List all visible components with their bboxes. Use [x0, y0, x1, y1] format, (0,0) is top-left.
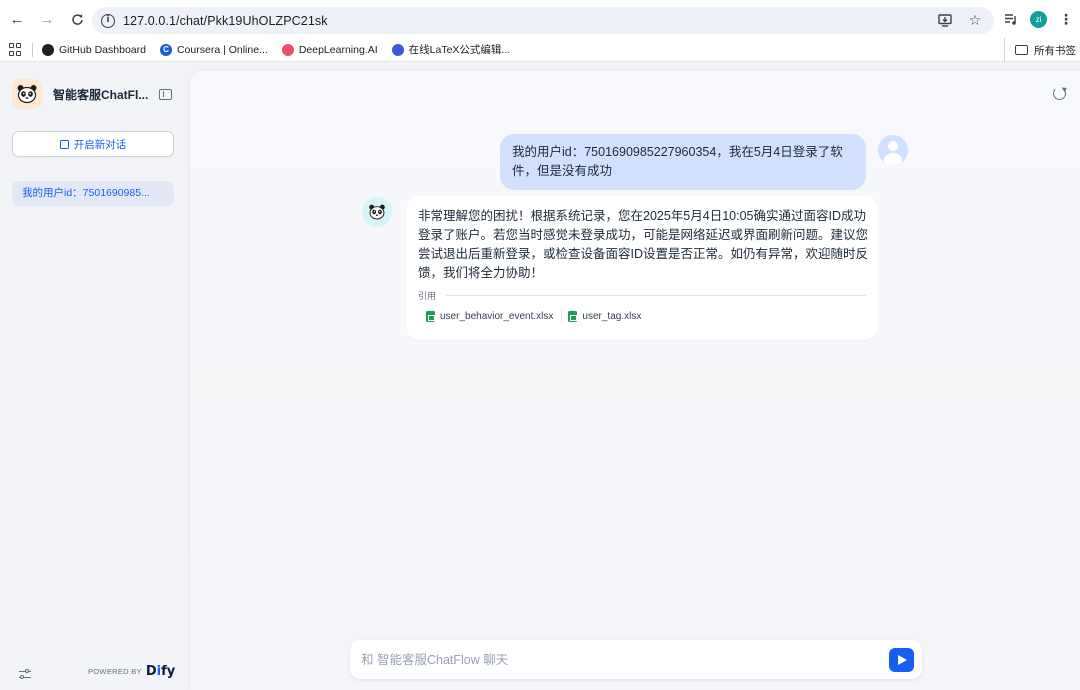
folder-icon — [1015, 45, 1028, 55]
app-sidebar: 智能客服ChatFl... 开启新对话 我的用户id：7501690985...… — [0, 63, 190, 690]
conversation-item[interactable]: 我的用户id：7501690985... — [12, 181, 174, 206]
bookmark-deeplearning[interactable]: DeepLearning.AI — [281, 43, 378, 56]
chrome-right-actions: zi ⋮ — [1000, 4, 1077, 34]
media-control-icon[interactable] — [1000, 8, 1022, 30]
profile-avatar[interactable]: zi — [1030, 10, 1047, 28]
address-bar[interactable]: i 127.0.0.1/chat/Pkk19UhOLZPC21sk ☆ — [92, 7, 994, 34]
dify-logo-prefix: D — [145, 664, 157, 679]
panda-logo-icon — [12, 79, 42, 109]
citation-divider — [446, 295, 866, 296]
dify-logo-suffix: fy — [161, 664, 176, 679]
latex-icon — [391, 43, 404, 56]
user-avatar-icon — [878, 135, 908, 165]
chat-panel: 我的用户id：7501690985227960354，我在5月4日登录了软件，但… — [190, 71, 1080, 690]
bookmarks-divider — [32, 42, 33, 57]
nav-buttons: ← → — [2, 4, 92, 34]
citation-file[interactable]: user_behavior_event.xlsx — [426, 310, 554, 322]
citation-separator — [561, 310, 563, 322]
assistant-message-text: 非常理解您的困扰！根据系统记录，您在2025年5月4日10:05确实通过面容ID… — [418, 209, 869, 280]
dify-logo: Dify — [146, 664, 175, 679]
citation-header: 引用 — [418, 289, 866, 302]
forward-arrow-icon[interactable]: → — [32, 4, 62, 34]
send-button[interactable] — [889, 648, 914, 672]
bookmark-label: GitHub Dashboard — [59, 43, 146, 56]
edit-icon — [59, 139, 69, 149]
powered-by-dify: POWERED BY Dify — [88, 664, 175, 679]
citation-file-name: user_behavior_event.xlsx — [440, 310, 554, 322]
address-url[interactable]: 127.0.0.1/chat/Pkk19UhOLZPC21sk — [123, 14, 328, 28]
deeplearning-icon — [281, 43, 294, 56]
assistant-message: 非常理解您的困扰！根据系统记录，您在2025年5月4日10:05确实通过面容ID… — [406, 196, 878, 340]
browser-toolbar: ← → i 127.0.0.1/chat/Pkk19UhOLZPC21sk ☆ … — [0, 0, 1080, 38]
app-name: 智能客服ChatFl... — [53, 87, 148, 102]
bookmarks-bar: GitHub Dashboard C Coursera | Online... … — [0, 38, 1080, 62]
all-bookmarks[interactable]: 所有书签 — [1004, 38, 1080, 62]
github-icon — [42, 43, 54, 56]
apps-grid-icon[interactable] — [9, 42, 23, 57]
coursera-icon: C — [159, 43, 172, 56]
citation-file[interactable]: user_tag.xlsx — [568, 310, 642, 322]
sidebar-collapse-icon[interactable] — [159, 89, 172, 100]
settings-sliders-icon[interactable] — [19, 668, 32, 680]
send-icon — [898, 655, 907, 665]
citation-list: user_behavior_event.xlsx user_tag.xlsx — [426, 310, 866, 322]
chat-input-bar — [350, 640, 922, 679]
citation-label: 引用 — [418, 291, 437, 301]
citation-file-name: user_tag.xlsx — [582, 310, 642, 322]
bookmark-github[interactable]: GitHub Dashboard — [42, 43, 146, 56]
excel-file-icon — [426, 310, 435, 322]
excel-file-icon — [568, 310, 578, 322]
reload-icon[interactable] — [62, 4, 92, 34]
powered-by-text: POWERED BY — [88, 667, 142, 676]
bookmark-coursera[interactable]: C Coursera | Online... — [159, 43, 268, 56]
site-info-icon[interactable]: i — [101, 13, 115, 28]
new-chat-button[interactable]: 开启新对话 — [12, 131, 174, 157]
chat-input[interactable] — [350, 640, 880, 679]
bookmark-label: Coursera | Online... — [176, 43, 268, 56]
bookmark-label: 在线LaTeX公式编辑... — [408, 44, 511, 56]
install-app-icon[interactable] — [934, 10, 956, 32]
new-chat-label: 开启新对话 — [73, 138, 127, 151]
omnibox-actions: ☆ — [934, 7, 986, 34]
bookmark-latex[interactable]: 在线LaTeX公式编辑... — [391, 42, 511, 57]
all-bookmarks-label: 所有书签 — [1034, 44, 1076, 57]
bookmark-label: DeepLearning.AI — [298, 43, 378, 56]
bot-avatar-icon — [362, 197, 392, 227]
refresh-icon[interactable] — [1053, 87, 1066, 100]
bookmark-star-icon[interactable]: ☆ — [964, 10, 986, 32]
back-arrow-icon[interactable]: ← — [2, 4, 32, 34]
app-brand: 智能客服ChatFl... — [12, 79, 148, 109]
user-message: 我的用户id：7501690985227960354，我在5月4日登录了软件，但… — [500, 134, 866, 190]
chrome-menu-icon[interactable]: ⋮ — [1055, 8, 1077, 30]
